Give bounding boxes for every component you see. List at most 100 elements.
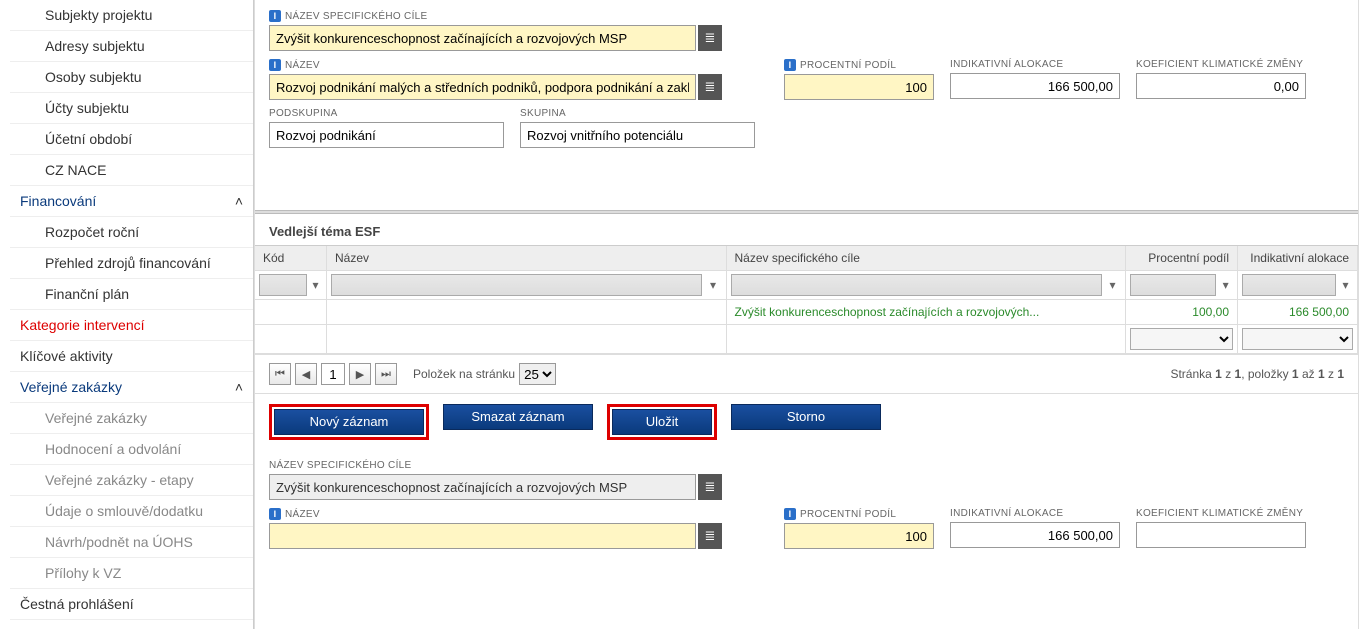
col-nazev[interactable]: Název (327, 246, 727, 271)
pager-first-button[interactable]: ⏮ (269, 363, 291, 385)
sidebar-item-navrh-uohs[interactable]: Návrh/podnět na ÚOHS (10, 527, 253, 558)
list-picker-button[interactable]: ≣ (698, 74, 722, 100)
filter-icon[interactable]: ▾ (1218, 274, 1233, 296)
main-content: iNÁZEV SPECIFICKÉHO CÍLE ≣ iNÁZEV ≣ (254, 0, 1359, 629)
info-icon: i (269, 508, 281, 520)
info-icon: i (269, 10, 281, 22)
sidebar-section-label: Veřejné zakázky (20, 379, 122, 395)
filter-indik-input[interactable] (1242, 274, 1336, 296)
field-label: INDIKATIVNÍ ALOKACE (950, 59, 1120, 70)
sidebar-item-financni-plan[interactable]: Finanční plán (10, 279, 253, 310)
indikativni-alokace-input[interactable] (950, 73, 1120, 99)
footer-select-proc[interactable] (1130, 328, 1233, 350)
sidebar-item-cestna-prohlaseni[interactable]: Čestná prohlášení (10, 589, 253, 620)
procentni-podil-input[interactable] (784, 74, 934, 100)
field-label: iPROCENTNÍ PODÍL (784, 508, 934, 520)
field-label: INDIKATIVNÍ ALOKACE (950, 508, 1120, 519)
pager-next-button[interactable]: ▶ (349, 363, 371, 385)
field-label: iPROCENTNÍ PODÍL (784, 59, 934, 71)
list-picker-button[interactable]: ≣ (698, 25, 722, 51)
sidebar-item-rozpocet-rocni[interactable]: Rozpočet roční (10, 217, 253, 248)
field-label: KOEFICIENT KLIMATICKÉ ZMĚNY (1136, 508, 1306, 519)
grid-vedlejsi-tema: Kód Název Název specifického cíle Procen… (255, 245, 1358, 354)
pager: ⏮ ◀ ▶ ⏭ Položek na stránku 25 Stránka 1 … (255, 354, 1358, 393)
indikativni-alokace-input-2[interactable] (950, 522, 1120, 548)
filter-icon[interactable]: ▾ (1104, 274, 1121, 296)
filter-icon[interactable]: ▾ (309, 274, 322, 296)
koeficient-klimaticke-zmeny-input[interactable] (1136, 73, 1306, 99)
col-kod[interactable]: Kód (255, 246, 327, 271)
skupina-input[interactable] (520, 122, 755, 148)
pager-last-button[interactable]: ⏭ (375, 363, 397, 385)
sidebar-item-cz-nace[interactable]: CZ NACE (10, 155, 253, 186)
cell-nazev-sc: Zvýšit konkurenceschopnost začínajících … (727, 300, 1127, 325)
info-icon: i (269, 59, 281, 71)
form-bottom: NÁZEV SPECIFICKÉHO CÍLE ≣ iNÁZEV ≣ (255, 450, 1358, 563)
filter-nazev-input[interactable] (331, 274, 702, 296)
sidebar-item-ucty-subjektu[interactable]: Účty subjektu (10, 93, 253, 124)
grid-footer-row (255, 325, 1358, 354)
sidebar-item-prilozene-dokumenty[interactable]: Přiložené dokumenty (10, 620, 253, 629)
sidebar-item-ucetni-obdobi[interactable]: Účetní období (10, 124, 253, 155)
ulozit-button[interactable]: Uložit (612, 409, 712, 435)
smazat-zaznam-button[interactable]: Smazat záznam (443, 404, 593, 430)
nazev-specifickeho-cile-readonly (269, 474, 696, 500)
filter-proc-input[interactable] (1130, 274, 1216, 296)
nazev-input[interactable] (269, 74, 696, 100)
col-nazev-sc[interactable]: Název specifického cíle (727, 246, 1127, 271)
chevron-up-icon: ˄ (235, 379, 243, 395)
pager-page-input[interactable] (321, 363, 345, 385)
table-row[interactable]: Zvýšit konkurenceschopnost začínajících … (255, 300, 1358, 325)
info-icon: i (784, 59, 796, 71)
list-picker-button[interactable]: ≣ (698, 474, 722, 500)
pager-prev-button[interactable]: ◀ (295, 363, 317, 385)
sidebar-item-hodnoceni-odvolani[interactable]: Hodnocení a odvolání (10, 434, 253, 465)
col-procentni-podil[interactable]: Procentní podíl (1126, 246, 1238, 271)
koeficient-klimaticke-zmeny-input-2[interactable] (1136, 522, 1306, 548)
sidebar-item-adresy-subjektu[interactable]: Adresy subjektu (10, 31, 253, 62)
sidebar-item-klicove-aktivity[interactable]: Klíčové aktivity (10, 341, 253, 372)
nazev-specifickeho-cile-input[interactable] (269, 25, 696, 51)
filter-icon[interactable]: ▾ (1338, 274, 1353, 296)
info-icon: i (784, 508, 796, 520)
per-page-select[interactable]: 25 (519, 363, 556, 385)
list-picker-button[interactable]: ≣ (698, 523, 722, 549)
nazev-input-2[interactable] (269, 523, 696, 549)
filter-nazev-sc-input[interactable] (731, 274, 1102, 296)
sidebar-section-verejne-zakazky[interactable]: Veřejné zakázky ˄ (10, 372, 253, 403)
filter-kod-input[interactable] (259, 274, 307, 296)
field-label: iNÁZEV (269, 59, 722, 71)
sidebar-section-financovani[interactable]: Financování ˄ (10, 186, 253, 217)
novy-zaznam-button[interactable]: Nový záznam (274, 409, 424, 435)
form-top: iNÁZEV SPECIFICKÉHO CÍLE ≣ iNÁZEV ≣ (255, 0, 1358, 162)
storno-button[interactable]: Storno (731, 404, 881, 430)
podskupina-input[interactable] (269, 122, 504, 148)
sidebar-item-verejne-zakazky[interactable]: Veřejné zakázky (10, 403, 253, 434)
sidebar: Subjekty projektu Adresy subjektu Osoby … (0, 0, 254, 629)
field-label: NÁZEV SPECIFICKÉHO CÍLE (269, 460, 722, 471)
col-indikativni-alokace[interactable]: Indikativní alokace (1238, 246, 1358, 271)
cell-indik: 166 500,00 (1238, 300, 1358, 325)
footer-select-indik[interactable] (1242, 328, 1353, 350)
sidebar-item-udaje-smlouve[interactable]: Údaje o smlouvě/dodatku (10, 496, 253, 527)
procentni-podil-input-2[interactable] (784, 523, 934, 549)
chevron-up-icon: ˄ (235, 193, 243, 209)
field-label: iNÁZEV (269, 508, 722, 520)
field-label: PODSKUPINA (269, 108, 504, 119)
field-label: iNÁZEV SPECIFICKÉHO CÍLE (269, 10, 722, 22)
field-label: KOEFICIENT KLIMATICKÉ ZMĚNY (1136, 59, 1306, 70)
grid-header: Kód Název Název specifického cíle Procen… (255, 246, 1358, 271)
highlight-ulozit: Uložit (607, 404, 717, 440)
highlight-novy-zaznam: Nový záznam (269, 404, 429, 440)
sidebar-item-kategorie-intervenci[interactable]: Kategorie intervencí (10, 310, 253, 341)
sidebar-item-osoby-subjektu[interactable]: Osoby subjektu (10, 62, 253, 93)
sidebar-item-verejne-zakazky-etapy[interactable]: Veřejné zakázky - etapy (10, 465, 253, 496)
sidebar-item-prehled-zdroju[interactable]: Přehled zdrojů financování (10, 248, 253, 279)
sidebar-item-subjekty-projektu[interactable]: Subjekty projektu (10, 0, 253, 31)
grid-filter-row: ▾ ▾ ▾ ▾ ▾ (255, 271, 1358, 300)
per-page-label: Položek na stránku (413, 367, 515, 381)
action-row: Nový záznam Smazat záznam Uložit Storno (255, 393, 1358, 450)
filter-icon[interactable]: ▾ (704, 274, 721, 296)
cell-proc: 100,00 (1126, 300, 1238, 325)
sidebar-item-prilohy-vz[interactable]: Přílohy k VZ (10, 558, 253, 589)
